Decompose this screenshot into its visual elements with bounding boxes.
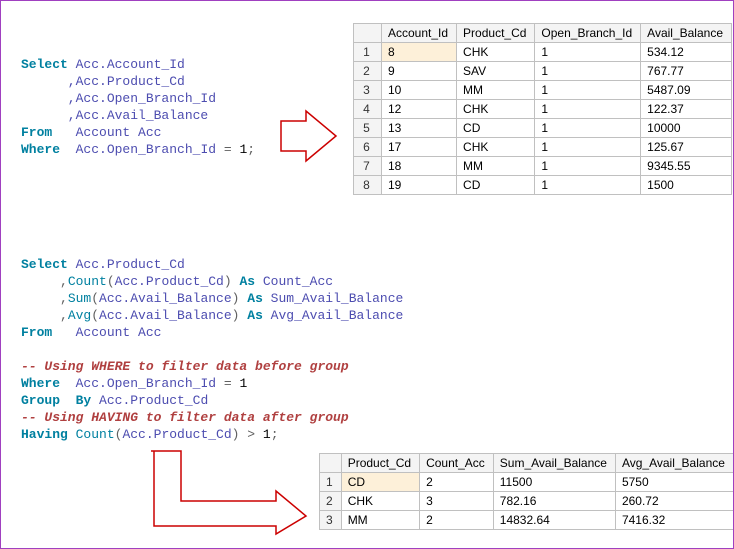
table-corner [320,454,342,473]
result-table-1: Account_Id Product_Cd Open_Branch_Id Ava… [353,23,732,195]
kw-group: Group [21,393,60,408]
col-sum-avail-balance: Sum_Avail_Balance [493,454,615,473]
comment-having: -- Using HAVING to filter data after gro… [21,410,349,425]
sql-query-2: Select Acc.Product_Cd ,Count(Acc.Product… [21,256,403,443]
col-avail-balance: Avail_Balance [641,24,732,43]
fn-sum: Sum [68,291,91,306]
sql-query-1: Select Acc.Account_Id ,Acc.Product_Cd ,A… [21,56,255,158]
arrow-down-right-icon [146,446,316,536]
kw-where: Where [21,142,60,157]
kw-having: Having [21,427,68,442]
fn-count: Count [68,274,107,289]
kw-select: Select [21,57,68,72]
col-count-acc: Count_Acc [420,454,494,473]
kw-where: Where [21,376,60,391]
table-row: 2CHK3782.16260.72 [320,492,734,511]
table-row: 18CHK1534.12 [354,43,732,62]
table-row: 310MM15487.09 [354,81,732,100]
table-row: 412CHK1122.37 [354,100,732,119]
diagram-frame: Select Acc.Account_Id ,Acc.Product_Cd ,A… [0,0,734,549]
result-table-2: Product_Cd Count_Acc Sum_Avail_Balance A… [319,453,734,530]
col-product-cd: Product_Cd [341,454,419,473]
col-open-branch-id: Open_Branch_Id [535,24,641,43]
col-product-cd: Product_Cd [457,24,535,43]
table-row: 617CHK1125.67 [354,138,732,157]
table-row: 1CD2115005750 [320,473,734,492]
table-row: 3MM214832.647416.32 [320,511,734,530]
col-account-id: Account_Id [382,24,457,43]
table-corner [354,24,382,43]
kw-from: From [21,325,52,340]
arrow-right-icon [276,106,346,166]
table-row: 513CD110000 [354,119,732,138]
col-avg-avail-balance: Avg_Avail_Balance [615,454,733,473]
comment-where: -- Using WHERE to filter data before gro… [21,359,349,374]
table-row: 819CD11500 [354,176,732,195]
table-row: 718MM19345.55 [354,157,732,176]
kw-from: From [21,125,52,140]
kw-select: Select [21,257,68,272]
fn-avg: Avg [68,308,91,323]
table-row: 29SAV1767.77 [354,62,732,81]
